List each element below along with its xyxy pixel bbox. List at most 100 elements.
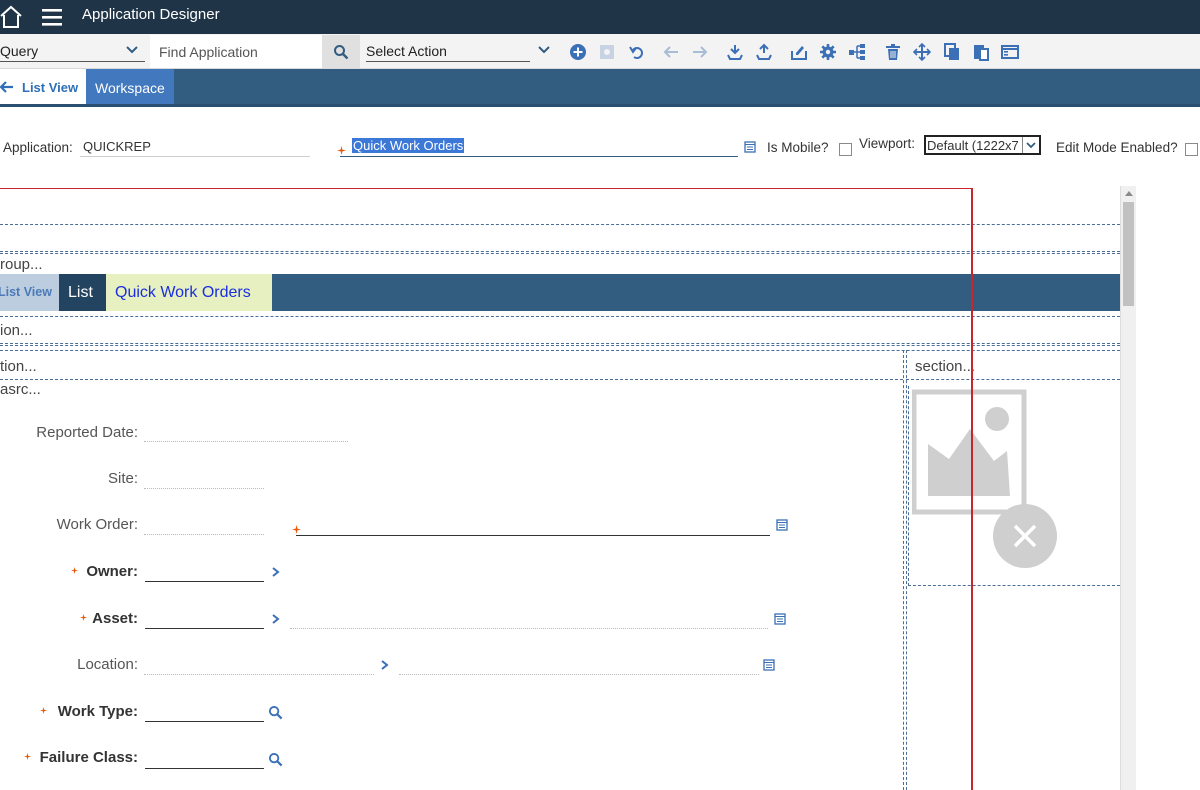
query-underline: [0, 61, 145, 62]
find-button[interactable]: [322, 35, 360, 68]
section-label: ion...: [0, 322, 33, 339]
home-icon[interactable]: [0, 5, 22, 29]
delete-icon[interactable]: [884, 43, 902, 61]
export-icon[interactable]: [755, 43, 773, 61]
select-action-dropdown[interactable]: Select Action: [366, 36, 556, 66]
move-icon[interactable]: [913, 43, 931, 61]
section-border: [0, 316, 1120, 317]
inner-tab-list-view-label: List View: [0, 285, 52, 299]
viewport-label: Viewport:: [859, 136, 916, 151]
arrow-left-icon: [0, 81, 13, 93]
image-border: [908, 386, 909, 586]
chevron-right-icon[interactable]: [271, 614, 280, 624]
design-canvas[interactable]: roup... List View List Quick Work Orders…: [0, 186, 1136, 790]
save-icon: [600, 45, 614, 59]
find-application-input[interactable]: Find Application: [150, 35, 322, 68]
section-border: [0, 350, 1120, 351]
top-bar: Application Designer: [0, 0, 1200, 34]
application-value: QUICKREP: [83, 139, 151, 154]
next-icon: [693, 46, 708, 58]
tab-workspace-label: Workspace: [95, 80, 165, 96]
viewport-guide-top: [0, 188, 973, 189]
import-icon[interactable]: [726, 43, 744, 61]
reported-date-input[interactable]: [144, 441, 348, 442]
work-order-input[interactable]: [144, 534, 264, 535]
tab-list-view[interactable]: List View: [0, 69, 86, 104]
app-title: Application Designer: [82, 6, 220, 23]
paste-icon[interactable]: [972, 43, 990, 61]
failure-class-input[interactable]: [145, 768, 264, 769]
chevron-down-icon: [1026, 142, 1036, 149]
asset-input[interactable]: [145, 628, 264, 629]
properties-icon[interactable]: [1001, 43, 1019, 61]
edit-mode-label: Edit Mode Enabled?: [1056, 140, 1178, 155]
owner-input[interactable]: [145, 581, 264, 582]
hierarchy-icon[interactable]: [848, 43, 866, 61]
edit-mode-checkbox[interactable]: [1185, 143, 1198, 156]
toolbar: Query Find Application Select Action: [0, 34, 1200, 69]
required-icon: [292, 525, 301, 534]
search-icon[interactable]: [268, 752, 283, 767]
menu-icon[interactable]: [40, 6, 64, 28]
viewport-dropdown-button[interactable]: [1022, 137, 1039, 153]
work-order-description-input[interactable]: [296, 535, 770, 536]
inner-tab-quick-work-orders[interactable]: Quick Work Orders: [106, 274, 272, 311]
scroll-up-arrow-icon[interactable]: [1125, 191, 1133, 196]
gear-icon[interactable]: [819, 43, 837, 61]
section-border: [0, 343, 1120, 346]
previous-icon: [663, 46, 678, 58]
edit-icon[interactable]: [790, 43, 808, 61]
location-label: Location:: [77, 656, 138, 673]
query-select[interactable]: Query: [0, 36, 145, 66]
canvas-scrollbar[interactable]: [1120, 186, 1136, 790]
inner-tab-list[interactable]: List: [59, 274, 106, 311]
long-description-icon[interactable]: [744, 141, 756, 153]
select-action-underline: [366, 61, 530, 62]
location-input[interactable]: [144, 674, 374, 675]
image-border: [908, 585, 1120, 586]
work-order-label: Work Order:: [56, 516, 138, 533]
viewport-select[interactable]: Default (1222x7: [924, 135, 1041, 155]
query-select-label: Query: [0, 43, 39, 59]
undo-icon[interactable]: [628, 43, 646, 61]
site-label: Site:: [107, 470, 138, 487]
tab-list-view-label: List View: [22, 80, 79, 95]
section-label: tion...: [0, 358, 37, 375]
work-type-input[interactable]: [145, 721, 264, 722]
long-description-icon[interactable]: [776, 519, 788, 531]
new-record-icon[interactable]: [569, 43, 587, 61]
long-description-icon[interactable]: [763, 659, 775, 671]
datasource-label: asrc...: [0, 381, 41, 398]
select-action-label: Select Action: [366, 43, 447, 59]
tab-workspace[interactable]: Workspace: [86, 69, 174, 104]
failure-class-label: Failure Class:: [39, 749, 138, 766]
viewport-guide-line: [971, 188, 973, 790]
description-field-underline: [340, 156, 738, 157]
copy-icon[interactable]: [943, 43, 961, 61]
site-input[interactable]: [144, 488, 264, 489]
search-icon[interactable]: [268, 705, 283, 720]
image-placeholder-icon: [912, 389, 1057, 568]
description-field[interactable]: Quick Work Orders: [352, 138, 465, 153]
location-description-input[interactable]: [399, 674, 759, 675]
inner-tab-bar: List View List Quick Work Orders: [0, 274, 1120, 311]
is-mobile-checkbox[interactable]: [839, 143, 852, 156]
work-type-label: Work Type:: [57, 703, 138, 720]
column-border: [906, 350, 907, 790]
long-description-icon[interactable]: [774, 613, 786, 625]
asset-description-input[interactable]: [290, 628, 768, 629]
search-icon: [334, 45, 349, 60]
section-border: [0, 251, 1120, 254]
inner-tab-list-label: List: [68, 284, 93, 301]
required-icon: [337, 146, 346, 155]
chevron-right-icon[interactable]: [271, 567, 280, 577]
reported-date-label: Reported Date:: [36, 424, 138, 441]
inner-tab-list-view[interactable]: List View: [0, 274, 59, 311]
chevron-right-icon[interactable]: [380, 660, 389, 670]
inner-tab-quick-work-orders-label: Quick Work Orders: [115, 284, 251, 301]
is-mobile-label: Is Mobile?: [767, 140, 829, 155]
chevron-down-icon: [126, 46, 138, 54]
column-border: [903, 350, 904, 790]
section-label: section...: [915, 358, 976, 375]
scroll-thumb[interactable]: [1123, 202, 1134, 306]
